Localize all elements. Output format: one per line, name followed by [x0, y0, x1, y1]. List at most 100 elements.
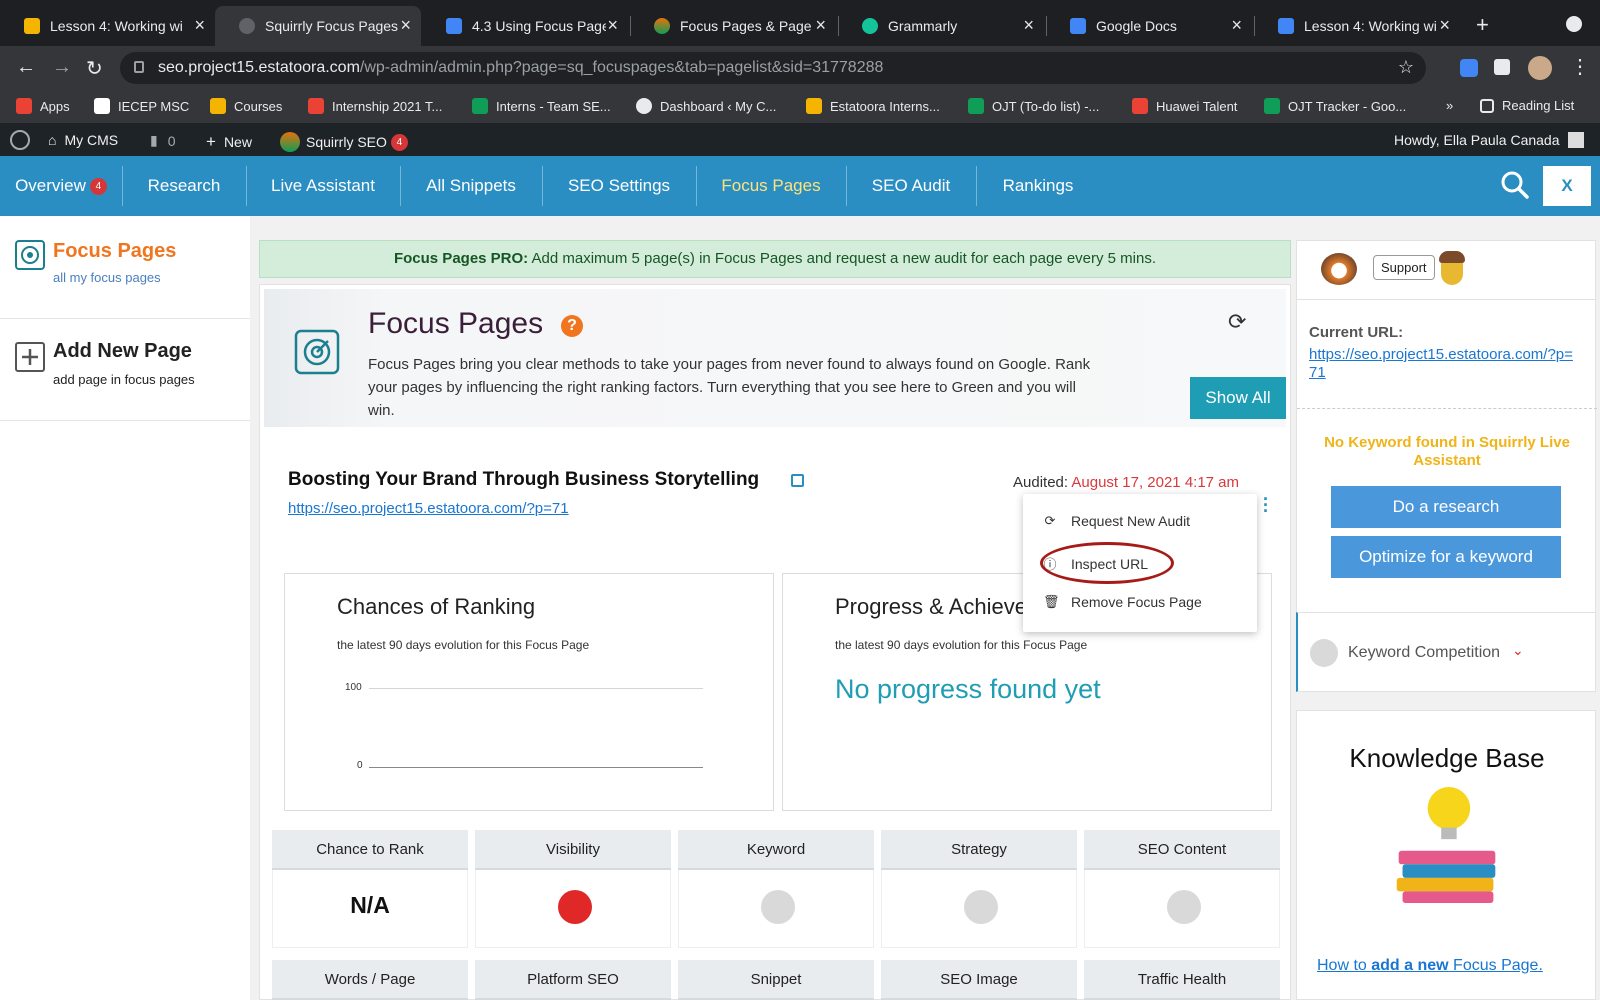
nav-all-snippets[interactable]: All Snippets	[400, 156, 542, 216]
url-text: seo.project15.estatoora.com/wp-admin/adm…	[158, 59, 884, 76]
metric-seo-content[interactable]: SEO Content	[1084, 830, 1280, 948]
current-url-link[interactable]: https://seo.project15.estatoora.com/?p=7…	[1309, 346, 1579, 382]
gridline-100	[369, 688, 703, 689]
keyword-competition-row[interactable]: Keyword Competition ⌄	[1296, 612, 1596, 692]
puzzle-extensions-icon[interactable]	[1494, 59, 1510, 75]
bookmark-ojt-tracker[interactable]: OJT Tracker - Goo...	[1264, 98, 1406, 114]
sidebar-focus-subtitle: all my focus pages	[53, 270, 161, 285]
support-button[interactable]: Support	[1373, 255, 1435, 280]
edit-icon[interactable]	[791, 474, 804, 487]
metric-strategy[interactable]: Strategy	[881, 830, 1077, 948]
close-tab-icon[interactable]: ×	[1023, 15, 1034, 36]
tab-using-focus-pages[interactable]: 4.3 Using Focus Page ×	[422, 6, 628, 46]
tab-lesson4[interactable]: Lesson 4: Working wi ×	[0, 6, 215, 46]
tab-squirrly-focus-pages[interactable]: Squirrly Focus Pages ×	[215, 6, 421, 46]
bookmark-apps[interactable]: Apps	[16, 98, 70, 114]
optimize-keyword-button[interactable]: Optimize for a keyword	[1331, 536, 1561, 578]
focus-pages-description: Focus Pages bring you clear methods to t…	[368, 356, 1091, 419]
close-tab-icon[interactable]: ×	[1231, 15, 1242, 36]
bookmark-ojt-todo[interactable]: OJT (To-do list) -...	[968, 98, 1099, 114]
metric-words-per-page[interactable]: Words / Page	[272, 960, 468, 1000]
divider	[0, 318, 250, 319]
metric-traffic-health[interactable]: Traffic Health	[1084, 960, 1280, 1000]
menu-item-remove-focus-page[interactable]: 🗑 Remove Focus Page	[1043, 594, 1202, 610]
bookmark-internship[interactable]: Internship 2021 T...	[308, 98, 442, 114]
wp-howdy-account[interactable]: Howdy, Ella Paula Canada	[1394, 132, 1584, 148]
nav-seo-settings[interactable]: SEO Settings	[542, 156, 696, 216]
assistant-header: Support	[1296, 240, 1596, 300]
bookmark-star-icon[interactable]: ☆	[1398, 57, 1414, 78]
bookmark-dashboard[interactable]: Dashboard ‹ My C...	[636, 98, 776, 114]
status-dot-gray	[964, 890, 998, 924]
nav-research[interactable]: Research	[122, 156, 246, 216]
home-icon: ⌂	[48, 132, 57, 148]
metric-seo-image[interactable]: SEO Image	[881, 960, 1077, 1000]
tab-google-docs[interactable]: Google Docs ×	[1046, 6, 1252, 46]
reading-list[interactable]: Reading List	[1480, 98, 1574, 113]
menu-item-request-new-audit[interactable]: ⟳ Request New Audit	[1043, 513, 1191, 529]
bookmark-iecep[interactable]: IECEP MSC	[94, 98, 189, 114]
wp-new-link[interactable]: + New	[206, 132, 252, 152]
refresh-icon[interactable]: ⟳	[1228, 309, 1246, 335]
more-bookmarks-chevron-icon[interactable]: »	[1446, 98, 1453, 113]
chance-to-rank-value: N/A	[350, 892, 390, 918]
notification-badge: 4	[390, 133, 408, 151]
bookmark-interns-team[interactable]: Interns - Team SE...	[472, 98, 611, 114]
wp-comments-link[interactable]: ▮ 0	[150, 132, 176, 149]
bookmark-huawei[interactable]: Huawei Talent	[1132, 98, 1237, 114]
acorn-icon	[1439, 251, 1465, 287]
close-tab-icon[interactable]: ×	[400, 15, 411, 36]
close-tab-icon[interactable]: ×	[607, 15, 618, 36]
reload-icon[interactable]: ↻	[86, 56, 103, 81]
new-tab-button[interactable]: +	[1476, 12, 1489, 38]
sidebar-item-focus-pages[interactable]: Focus Pages all my focus pages	[0, 236, 250, 296]
more-options-icon[interactable]: · · ·	[1263, 490, 1269, 520]
classroom-icon	[210, 98, 226, 114]
bookmark-courses[interactable]: Courses	[210, 98, 282, 114]
extension-icon[interactable]	[1460, 59, 1478, 77]
left-sidebar: Focus Pages all my focus pages Add New P…	[0, 216, 250, 1000]
close-tab-icon[interactable]: ×	[194, 15, 205, 36]
focus-page-url-link[interactable]: https://seo.project15.estatoora.com/?p=7…	[288, 500, 569, 517]
forward-arrow-icon[interactable]: →	[52, 56, 72, 79]
help-icon[interactable]: ?	[561, 315, 583, 337]
nav-rankings[interactable]: Rankings	[976, 156, 1100, 216]
metric-platform-seo[interactable]: Platform SEO	[475, 960, 671, 1000]
tab-search-icon[interactable]	[1566, 16, 1582, 32]
chat-icon	[472, 98, 488, 114]
bookmark-estatoora[interactable]: Estatoora Interns...	[806, 98, 940, 114]
nav-focus-pages[interactable]: Focus Pages	[696, 156, 846, 216]
back-arrow-icon[interactable]: ←	[16, 56, 36, 79]
refresh-icon: ⟳	[1044, 513, 1056, 528]
pro-banner: Focus Pages PRO: Add maximum 5 page(s) i…	[259, 240, 1291, 278]
browser-menu-icon[interactable]: ⋮	[1570, 54, 1590, 79]
nav-seo-audit[interactable]: SEO Audit	[846, 156, 976, 216]
wp-site-link[interactable]: ⌂ My CMS	[48, 132, 118, 148]
url-bar[interactable]: seo.project15.estatoora.com/wp-admin/adm…	[120, 52, 1426, 84]
metric-keyword[interactable]: Keyword	[678, 830, 874, 948]
tab-grammarly[interactable]: Grammarly ×	[838, 6, 1044, 46]
nav-overview[interactable]: Overview 4	[0, 156, 122, 216]
chances-title: Chances of Ranking	[337, 594, 536, 619]
squirrly-main-nav: Overview 4 Research Live Assistant All Sn…	[0, 156, 1600, 216]
knowledge-base-link[interactable]: How to add a new Focus Page.	[1317, 957, 1543, 975]
close-panel-button[interactable]: X	[1543, 166, 1591, 206]
wordpress-logo-icon[interactable]	[10, 130, 30, 150]
books-lightbulb-icon	[1396, 786, 1496, 903]
metric-visibility[interactable]: Visibility	[475, 830, 671, 948]
wp-squirrly-link[interactable]: Squirrly SEO 4	[280, 132, 408, 152]
search-icon[interactable]	[1500, 170, 1530, 200]
metric-snippet[interactable]: Snippet	[678, 960, 874, 1000]
sidebar-item-add-new-page[interactable]: Add New Page add page in focus pages	[0, 340, 250, 400]
do-research-button[interactable]: Do a research	[1331, 486, 1561, 528]
profile-avatar-icon[interactable]	[1528, 56, 1552, 80]
tab-lesson4-doc[interactable]: Lesson 4: Working wi ×	[1254, 6, 1460, 46]
show-all-button[interactable]: Show All	[1190, 377, 1286, 419]
close-tab-icon[interactable]: ×	[815, 15, 826, 36]
nav-live-assistant[interactable]: Live Assistant	[246, 156, 400, 216]
google-drive-icon	[806, 98, 822, 114]
tab-focus-pages-audit[interactable]: Focus Pages & Page A ×	[630, 6, 836, 46]
metric-chance-to-rank[interactable]: Chance to Rank N/A	[272, 830, 468, 948]
wp-admin-bar: ⌂ My CMS ▮ 0 + New Squirrly SEO 4 Howdy, Ell…	[0, 124, 1600, 156]
close-tab-icon[interactable]: ×	[1439, 15, 1450, 36]
